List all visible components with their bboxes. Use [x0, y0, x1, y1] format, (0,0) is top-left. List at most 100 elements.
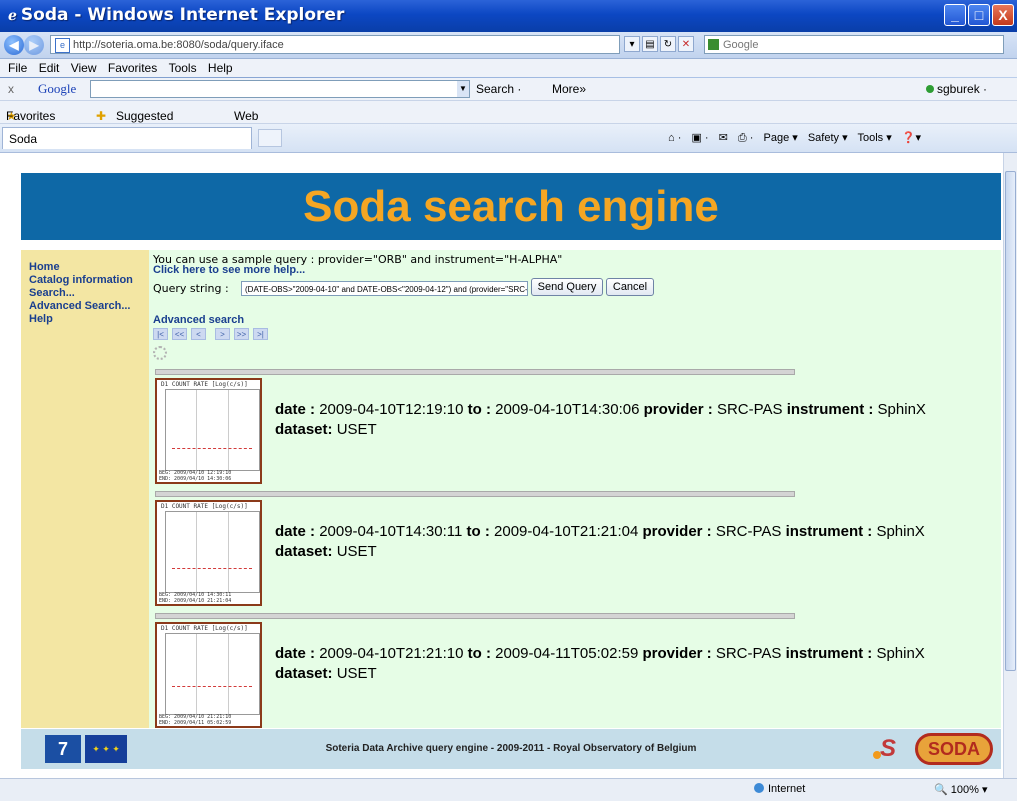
vertical-scrollbar[interactable] — [1003, 153, 1017, 778]
cancel-button[interactable]: Cancel — [606, 278, 654, 296]
print-icon[interactable]: ⎙ · — [738, 132, 754, 144]
thumbnail-plot — [165, 389, 260, 471]
main-content: You can use a sample query : provider="O… — [149, 250, 1001, 728]
result-thumbnail[interactable]: D1 COUNT RATE [Log(c/s)] BEG: 2009/04/10… — [155, 378, 262, 484]
sidebar-item-search[interactable]: Search... — [29, 287, 149, 300]
query-string-input[interactable]: (DATE-OBS>"2009-04-10" and DATE-OBS<"200… — [241, 281, 528, 296]
sidebar-item-help[interactable]: Help — [29, 313, 149, 326]
query-string-label: Query string : — [153, 282, 229, 295]
result-date-to: 2009-04-10T14:30:06 — [495, 401, 640, 418]
minimize-button[interactable]: _ — [944, 4, 966, 26]
menu-edit[interactable]: Edit — [39, 59, 60, 77]
stop-icon[interactable]: ✕ — [678, 36, 694, 52]
result-separator — [155, 613, 795, 619]
sidebar-item-catalog-information[interactable]: Catalog information — [29, 274, 149, 287]
search-box[interactable]: Google — [704, 35, 1004, 54]
menu-bar: File Edit View Favorites Tools Help — [0, 59, 1017, 77]
result-instrument: SphinX — [876, 645, 925, 662]
address-input[interactable]: e http://soteria.oma.be:8080/soda/query.… — [50, 35, 620, 54]
thumbnail-end: END: 2009/04/10 14:30:06 — [159, 476, 232, 482]
tab-soda-label: Soda — [9, 132, 38, 146]
sidebar-item-advanced-search[interactable]: Advanced Search... — [29, 300, 149, 313]
result-dataset: USET — [336, 665, 377, 682]
zoom-level: 100% — [950, 784, 979, 796]
new-tab-button[interactable] — [258, 129, 282, 147]
google-more-button[interactable]: More» — [552, 82, 586, 96]
zoom-control[interactable]: 🔍 100% ▾ — [934, 783, 987, 796]
result-date-from: 2009-04-10T12:19:10 — [319, 401, 464, 418]
safety-menu[interactable]: Safety ▾ — [808, 132, 848, 144]
menu-file[interactable]: File — [8, 59, 27, 77]
sidebar-item-home[interactable]: Home — [29, 261, 149, 274]
fast-forward-button[interactable]: >> — [234, 328, 249, 340]
footer-text: Soteria Data Archive query engine - 2009… — [325, 743, 697, 754]
help-icon[interactable]: ❓▾ — [902, 132, 921, 144]
refresh-icon[interactable]: ↻ — [660, 36, 676, 52]
result-date-from: 2009-04-10T14:30:11 — [319, 523, 463, 540]
close-button[interactable]: X — [992, 4, 1014, 26]
page-viewport: Soda search engine Home Catalog informat… — [0, 153, 1003, 778]
google-icon — [708, 39, 719, 50]
more-help-link[interactable]: Click here to see more help... — [153, 264, 305, 276]
result-thumbnail[interactable]: D1 COUNT RATE [Log(c/s)] BEG: 2009/04/10… — [155, 500, 262, 606]
google-user-menu[interactable]: sgburek · — [926, 82, 987, 96]
result-date-to: 2009-04-10T21:21:04 — [494, 523, 639, 540]
feeds-icon[interactable]: ▣ · — [691, 132, 708, 144]
thumbnail-title: D1 COUNT RATE [Log(c/s)] — [161, 381, 248, 388]
count-rate-trace — [172, 448, 252, 450]
result-provider: SRC-PAS — [715, 645, 782, 662]
fast-back-button[interactable]: << — [172, 328, 187, 340]
result-separator — [155, 491, 795, 497]
advanced-search-link[interactable]: Advanced search — [153, 314, 244, 326]
window-title: ℯ Soda - Windows Internet Explorer — [8, 5, 344, 25]
result-separator — [155, 369, 795, 375]
compat-view-icon[interactable]: ▤ — [642, 36, 658, 52]
result-instrument: SphinX — [876, 523, 925, 540]
google-logo: Google — [38, 81, 77, 96]
toolbar-close-button[interactable]: x — [8, 82, 14, 96]
forward-button[interactable]: ▶ — [24, 35, 44, 55]
read-mail-icon[interactable]: ✉ — [719, 132, 728, 144]
maximize-button[interactable]: □ — [968, 4, 990, 26]
menu-tools[interactable]: Tools — [169, 59, 197, 77]
back-button[interactable]: ◀ — [4, 35, 24, 55]
soda-logo: SODA — [915, 733, 993, 765]
menu-favorites[interactable]: Favorites — [108, 59, 157, 77]
home-icon[interactable]: ⌂ · — [668, 132, 681, 144]
tools-menu[interactable]: Tools ▾ — [857, 132, 891, 144]
thumbnail-title: D1 COUNT RATE [Log(c/s)] — [161, 503, 248, 510]
google-toolbar: x Google ▼ Search · More» sgburek · — [0, 78, 1017, 101]
count-rate-trace — [172, 686, 252, 688]
globe-icon — [754, 783, 764, 793]
favorites-label: Favorites — [6, 109, 56, 123]
google-toolbar-input[interactable]: ▼ — [90, 80, 470, 98]
last-page-button[interactable]: >| — [253, 328, 268, 340]
ie-logo-icon: ℯ — [8, 8, 17, 24]
result-provider: SRC-PAS — [715, 523, 782, 540]
menu-view[interactable]: View — [71, 59, 97, 77]
scrollbar-thumb[interactable] — [1005, 171, 1016, 671]
next-page-button[interactable]: > — [215, 328, 230, 340]
tab-soda[interactable]: Soda — [2, 127, 252, 149]
sidebar: Home Catalog information Search... Advan… — [21, 250, 149, 728]
chevron-down-icon[interactable]: ▼ — [457, 81, 469, 97]
result-details: date : 2009-04-10T12:19:10 to : 2009-04-… — [275, 401, 926, 438]
thumbnail-title: D1 COUNT RATE [Log(c/s)] — [161, 625, 248, 632]
window-title-text: Soda - Windows Internet Explorer — [20, 5, 345, 25]
menu-help[interactable]: Help — [208, 59, 233, 77]
thumbnail-end: END: 2009/04/11 05:02:59 — [159, 720, 232, 726]
result-dataset: USET — [336, 543, 377, 560]
browser-window: ℯ Soda - Windows Internet Explorer _ □ X … — [0, 0, 1017, 801]
thumbnail-end: END: 2009/04/10 21:21:04 — [159, 598, 232, 604]
page-menu[interactable]: Page ▾ — [764, 132, 798, 144]
result-dataset: USET — [336, 421, 377, 438]
address-url: http://soteria.oma.be:8080/soda/query.if… — [73, 39, 284, 51]
result-thumbnail[interactable]: D1 COUNT RATE [Log(c/s)] BEG: 2009/04/10… — [155, 622, 262, 728]
address-dropdown-button[interactable]: ▾ — [624, 36, 640, 52]
first-page-button[interactable]: |< — [153, 328, 168, 340]
prev-page-button[interactable]: < — [191, 328, 206, 340]
send-query-button[interactable]: Send Query — [531, 278, 603, 296]
result-date-to: 2009-04-11T05:02:59 — [495, 645, 639, 662]
tab-row: Soda ⌂ · ▣ · ✉ ⎙ · Page ▾ Safety ▾ Tools… — [0, 124, 1017, 153]
google-search-button[interactable]: Search · — [476, 82, 521, 96]
